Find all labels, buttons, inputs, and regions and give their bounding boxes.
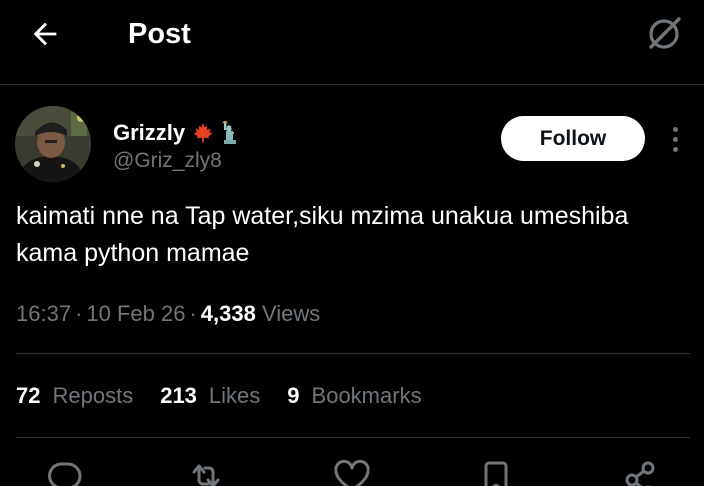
tweet-text: kaimati nne na Tap water,siku mzima unak… <box>16 202 629 267</box>
author-handle[interactable]: @Griz_zly8 <box>113 148 222 174</box>
top-bar: Post <box>0 0 704 85</box>
author-display-name[interactable]: Grizzly <box>113 120 241 146</box>
bookmark-button[interactable] <box>476 456 516 486</box>
more-options-button[interactable] <box>660 122 690 156</box>
statue-of-liberty-icon <box>221 121 241 145</box>
more-dot-icon <box>672 146 678 152</box>
grok-button[interactable] <box>640 10 688 58</box>
more-dot-icon <box>672 126 678 132</box>
tweet-time[interactable]: 16:37 <box>16 301 71 326</box>
like-icon <box>334 459 370 486</box>
tweet-meta: 16:37 · 10 Feb 26 · 4,338 Views <box>16 297 320 331</box>
grok-slash-icon <box>649 17 681 49</box>
like-button[interactable] <box>332 456 372 486</box>
more-dot-icon <box>672 136 678 142</box>
bookmark-icon <box>484 461 508 486</box>
bookmarks-stat[interactable]: 9 Bookmarks <box>287 379 421 413</box>
post-page: Post Grizzly @Griz_zly8 Follow kaimati n… <box>0 0 704 486</box>
arrow-left-icon <box>33 22 57 46</box>
meta-separator: · <box>189 301 197 326</box>
divider <box>16 437 690 438</box>
bookmarks-label: Bookmarks <box>311 383 422 408</box>
maple-leaf-icon <box>191 121 215 145</box>
tweet-date[interactable]: 10 Feb 26 <box>86 301 185 326</box>
repost-icon <box>192 464 220 486</box>
reposts-label: Reposts <box>52 383 134 408</box>
author-name-text: Grizzly <box>113 120 186 145</box>
repost-button[interactable] <box>186 456 226 486</box>
reposts-stat[interactable]: 72 Reposts <box>16 379 133 413</box>
action-bar <box>0 456 704 486</box>
bookmarks-count: 9 <box>287 383 300 408</box>
reposts-count: 72 <box>16 383 41 408</box>
follow-button[interactable]: Follow <box>501 116 645 161</box>
engagement-stats: 72 Reposts 213 Likes 9 Bookmarks <box>16 379 449 413</box>
views-count: 4,338 <box>200 301 256 326</box>
likes-label: Likes <box>208 383 261 408</box>
page-title: Post <box>128 18 191 50</box>
meta-separator: · <box>75 301 83 326</box>
likes-stat[interactable]: 213 Likes <box>160 379 260 413</box>
views-label: Views <box>261 301 321 326</box>
divider <box>16 353 690 354</box>
avatar[interactable] <box>15 106 91 182</box>
share-button[interactable] <box>620 456 660 486</box>
reply-icon <box>48 462 82 486</box>
back-button[interactable] <box>26 15 64 53</box>
reply-button[interactable] <box>44 456 84 486</box>
likes-count: 213 <box>160 383 197 408</box>
share-icon <box>625 461 655 486</box>
